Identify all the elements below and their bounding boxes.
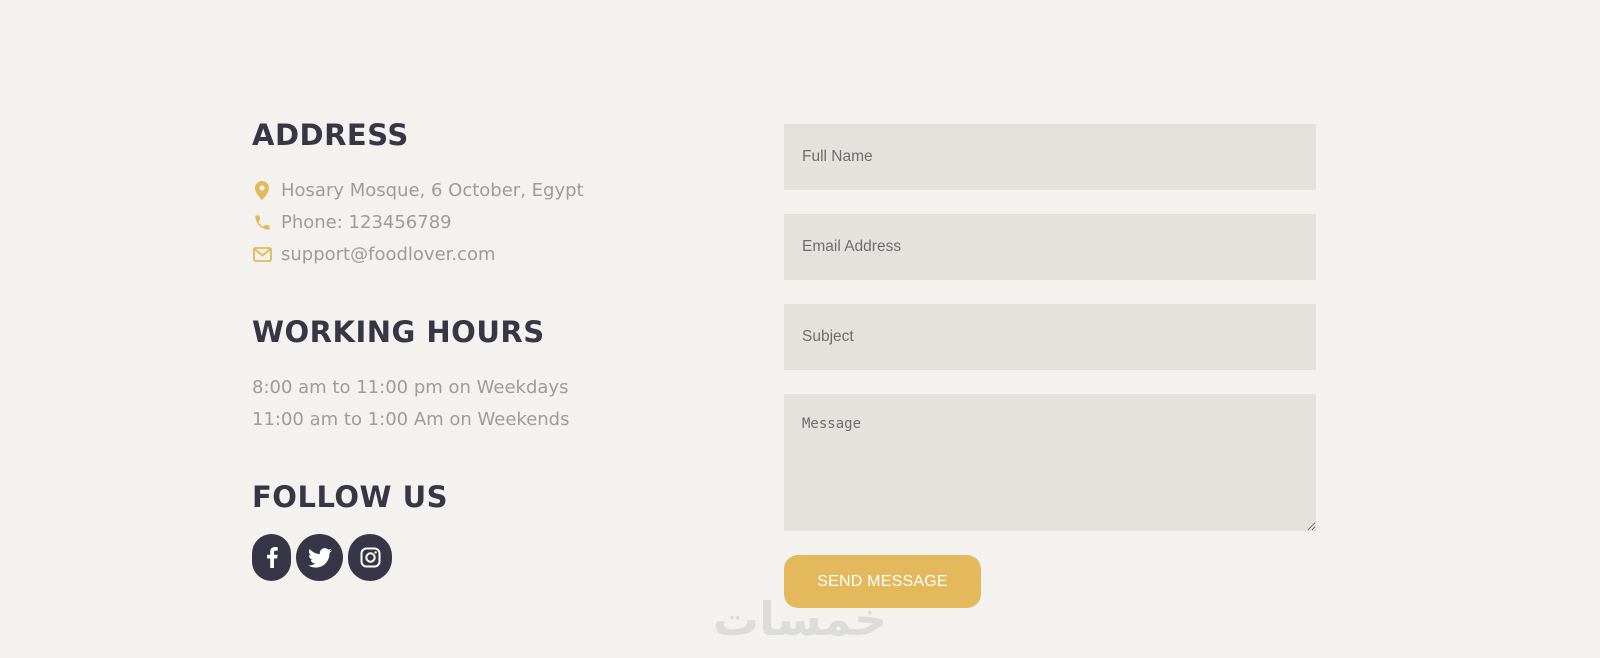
envelope-icon — [252, 245, 272, 265]
address-title: ADDRESS — [252, 118, 409, 152]
email-input[interactable] — [784, 214, 1316, 280]
follow-us-title: FOLLOW US — [252, 479, 449, 514]
weekday-hours: 8:00 am to 11:00 pm on Weekdays — [252, 376, 569, 398]
watermark-logo: خمسات — [712, 592, 888, 646]
email-item: support@foodlover.com — [252, 239, 672, 271]
subject-input[interactable] — [784, 304, 1316, 370]
contact-info: ADDRESS Hosary Mosque, 6 October, Egypt … — [252, 118, 672, 582]
phone-text: Phone: 123456789 — [281, 212, 452, 234]
working-hours-title: WORKING HOURS — [252, 314, 545, 349]
instagram-icon — [360, 547, 381, 568]
phone-icon — [252, 213, 272, 233]
facebook-button[interactable] — [252, 534, 291, 582]
message-textarea[interactable] — [784, 394, 1316, 531]
instagram-button[interactable] — [348, 534, 392, 582]
address-list: Hosary Mosque, 6 October, Egypt Phone: 1… — [252, 175, 672, 271]
contact-form: SEND MESSAGE — [784, 124, 1316, 608]
facebook-icon — [266, 547, 278, 569]
email-text: support@foodlover.com — [281, 244, 496, 266]
address-item: Hosary Mosque, 6 October, Egypt — [252, 175, 672, 207]
weekend-hours: 11:00 am to 1:00 Am on Weekends — [252, 408, 570, 430]
twitter-button[interactable] — [296, 534, 343, 582]
working-hours-list: 8:00 am to 11:00 pm on Weekdays 11:00 am… — [252, 372, 672, 436]
map-pin-icon — [252, 181, 272, 201]
full-name-input[interactable] — [784, 124, 1316, 190]
address-text: Hosary Mosque, 6 October, Egypt — [281, 180, 584, 202]
twitter-icon — [307, 547, 332, 568]
phone-item: Phone: 123456789 — [252, 207, 672, 239]
social-links — [252, 534, 672, 582]
